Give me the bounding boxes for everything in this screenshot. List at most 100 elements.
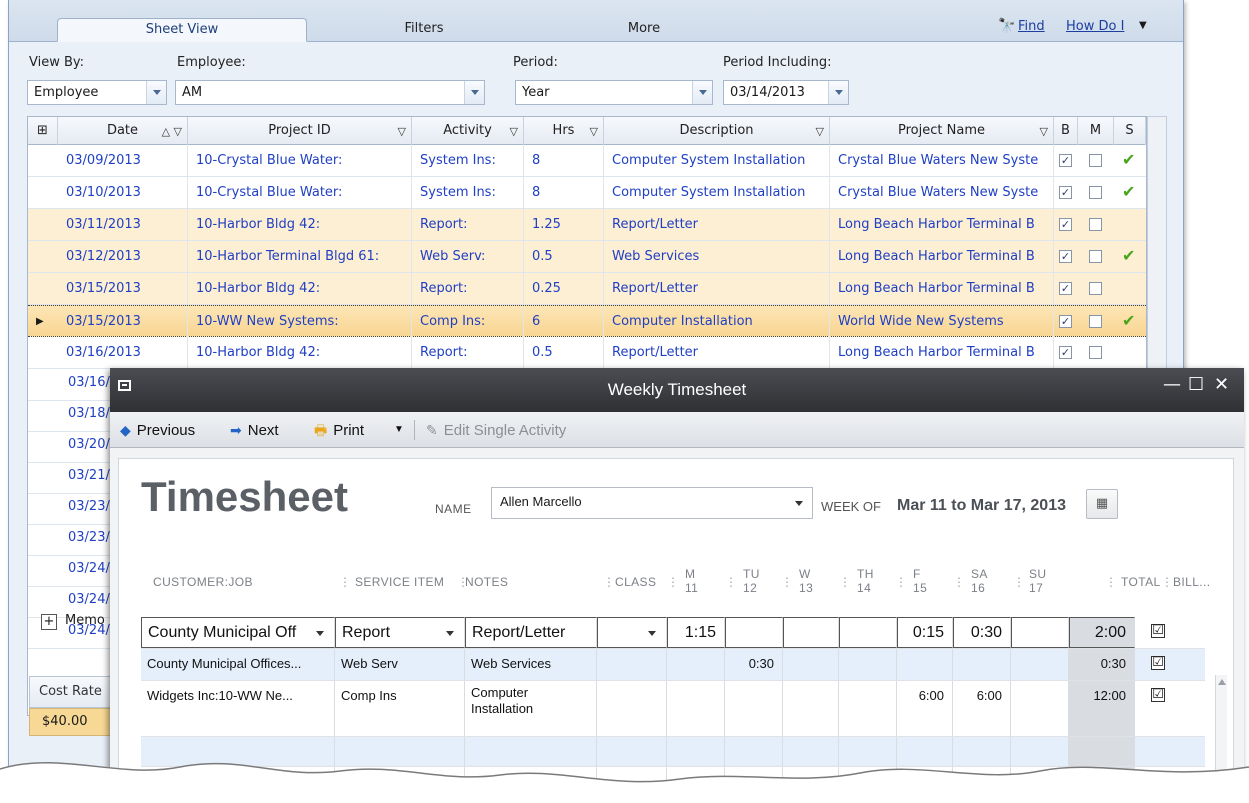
cell-sa[interactable] <box>953 649 1011 680</box>
tab-filters[interactable]: Filters <box>369 18 479 42</box>
memo-checkbox[interactable] <box>1089 154 1102 167</box>
cell-description[interactable]: Web Services <box>604 241 830 272</box>
cell-description[interactable]: Report/Letter <box>604 337 830 368</box>
cell-class[interactable] <box>597 649 667 680</box>
cell-class[interactable] <box>597 617 667 648</box>
cell-date[interactable]: 03/15/2013 <box>58 306 188 337</box>
filter-icon[interactable]: ▽ <box>1040 118 1048 145</box>
cell-su[interactable] <box>1011 681 1069 736</box>
cell-w[interactable] <box>783 681 839 736</box>
billable-checkbox[interactable]: ☑ <box>1151 624 1165 638</box>
billable-checkbox[interactable]: ✓ <box>1059 218 1072 231</box>
chevron-down-icon[interactable] <box>146 81 166 104</box>
table-row[interactable]: 03/16/2013 10-Harbor Bldg 42: Report: 0.5 Re… <box>28 337 1146 369</box>
col-day[interactable]: SA 16 <box>971 567 988 595</box>
chevron-down-icon[interactable] <box>446 631 454 636</box>
cell-date[interactable]: 03/15/2013 <box>58 273 188 304</box>
col-day[interactable]: M 11 <box>685 567 698 595</box>
col-description[interactable]: Description ▽ <box>604 117 830 145</box>
cell-date[interactable]: 03/23/ <box>68 499 110 514</box>
cell-class[interactable] <box>597 681 667 736</box>
chevron-down-icon[interactable] <box>692 81 712 104</box>
col-customer-job[interactable]: CUSTOMER:JOB <box>153 575 253 589</box>
billable-checkbox[interactable]: ✓ <box>1059 186 1072 199</box>
cell-tu[interactable] <box>725 681 783 736</box>
col-day[interactable]: SU 17 <box>1029 567 1046 595</box>
cell-hrs[interactable]: 0.5 <box>524 241 604 272</box>
period-including-select[interactable]: 03/14/2013 <box>723 80 849 105</box>
cell-date[interactable]: 03/11/2013 <box>58 209 188 240</box>
cell-project-name[interactable]: Long Beach Harbor Terminal B <box>830 337 1054 368</box>
cell-customer[interactable]: Widgets Inc:10-WW Ne... <box>141 681 335 736</box>
cell-description[interactable]: Report/Letter <box>604 209 830 240</box>
chevron-down-icon[interactable]: ▼ <box>1139 20 1147 31</box>
cell-date[interactable]: 03/10/2013 <box>58 177 188 208</box>
billable-checkbox[interactable]: ✓ <box>1059 250 1072 263</box>
cell-hrs[interactable]: 6 <box>524 306 604 337</box>
cell-hrs[interactable]: 0.25 <box>524 273 604 304</box>
cell-w[interactable] <box>783 649 839 680</box>
cell-customer[interactable]: County Municipal Off <box>141 617 335 648</box>
cell-date[interactable]: 03/24/ <box>68 592 110 607</box>
calendar-icon[interactable]: ▦ <box>1086 489 1118 519</box>
cell-project-id[interactable]: 10-Harbor Bldg 42: <box>188 337 412 368</box>
cell-notes[interactable]: Web Services <box>465 649 597 680</box>
cell-su[interactable] <box>1011 649 1069 680</box>
col-m[interactable]: M <box>1078 117 1114 145</box>
cell-project-name[interactable]: Long Beach Harbor Terminal B <box>830 273 1054 304</box>
col-day[interactable]: F 15 <box>913 567 927 595</box>
cell-project-name[interactable]: Crystal Blue Waters New Syste <box>830 145 1054 176</box>
timesheet-row[interactable]: Widgets Inc:10-WW Ne... Comp Ins Computer … <box>141 681 1205 737</box>
table-row[interactable]: 03/12/2013 10-Harbor Terminal Blgd 61: Web… <box>28 241 1146 273</box>
billable-checkbox[interactable]: ✓ <box>1059 346 1072 359</box>
cell-date[interactable]: 03/18/ <box>68 406 110 421</box>
cell-su[interactable] <box>1011 617 1069 648</box>
cell-date[interactable]: 03/16/2013 <box>58 337 188 368</box>
table-row[interactable]: ▶ 03/15/2013 10-WW New Systems: Comp Ins: 6 C… <box>28 305 1146 337</box>
table-row[interactable]: 03/11/2013 10-Harbor Bldg 42: Report: 1.25 R… <box>28 209 1146 241</box>
cell-project-id[interactable]: 10-Crystal Blue Water: <box>188 145 412 176</box>
cell-sa[interactable]: 0:30 <box>953 617 1011 648</box>
find-link[interactable]: Find <box>1018 19 1045 34</box>
memo-checkbox[interactable] <box>1089 250 1102 263</box>
cell-date[interactable]: 03/21/ <box>68 468 110 483</box>
cell-m[interactable]: 1:15 <box>667 617 725 648</box>
table-row[interactable]: 03/15/2013 10-Harbor Bldg 42: Report: 0.25 R… <box>28 273 1146 305</box>
timesheet-row[interactable]: County Municipal Offices... Web Serv Web S… <box>141 649 1205 681</box>
billable-checkbox[interactable]: ✓ <box>1059 154 1072 167</box>
cell-w[interactable] <box>783 617 839 648</box>
cell-project-name[interactable]: Long Beach Harbor Terminal B <box>830 209 1054 240</box>
cell-date[interactable]: 03/23/ <box>68 530 110 545</box>
billable-checkbox[interactable]: ☑ <box>1151 656 1165 670</box>
cell-service[interactable]: Web Serv <box>335 649 465 680</box>
col-project-id[interactable]: Project ID ▽ <box>188 117 412 145</box>
cell-notes[interactable]: Computer Installation <box>465 681 597 736</box>
memo-checkbox[interactable] <box>1089 346 1102 359</box>
cell-date[interactable]: 03/24/ <box>68 561 110 576</box>
cell-description[interactable]: Computer Installation <box>604 306 830 337</box>
cell-description[interactable]: Computer System Installation <box>604 145 830 176</box>
tab-more[interactable]: More <box>599 18 689 42</box>
cell-hrs[interactable]: 8 <box>524 145 604 176</box>
filter-icon[interactable]: ▽ <box>398 118 406 145</box>
cell-m[interactable] <box>667 681 725 736</box>
cell-project-id[interactable]: 10-Crystal Blue Water: <box>188 177 412 208</box>
previous-button[interactable]: ◆ Previous <box>120 420 195 440</box>
grid-scrollbar[interactable] <box>1147 116 1167 371</box>
title-bar[interactable]: Weekly Timesheet — ☐ ✕ <box>110 368 1244 412</box>
how-do-i-link[interactable]: How Do I <box>1066 19 1124 34</box>
period-select[interactable]: Year <box>515 80 713 105</box>
cell-service[interactable]: Comp Ins <box>335 681 465 736</box>
table-row[interactable]: 03/10/2013 10-Crystal Blue Water: System I… <box>28 177 1146 209</box>
cell-sa[interactable]: 6:00 <box>953 681 1011 736</box>
cell-project-name[interactable]: Long Beach Harbor Terminal B <box>830 241 1054 272</box>
name-select[interactable]: Allen Marcello <box>491 487 813 519</box>
cell-th[interactable] <box>839 649 897 680</box>
filter-icon[interactable]: ▽ <box>816 118 824 145</box>
cell-f[interactable]: 6:00 <box>897 681 953 736</box>
chevron-down-icon[interactable] <box>828 81 848 104</box>
print-dropdown-icon[interactable]: ▼ <box>394 420 404 440</box>
cell-activity[interactable]: Report: <box>412 273 524 304</box>
cell-m[interactable] <box>667 649 725 680</box>
cell-date[interactable]: 03/12/2013 <box>58 241 188 272</box>
